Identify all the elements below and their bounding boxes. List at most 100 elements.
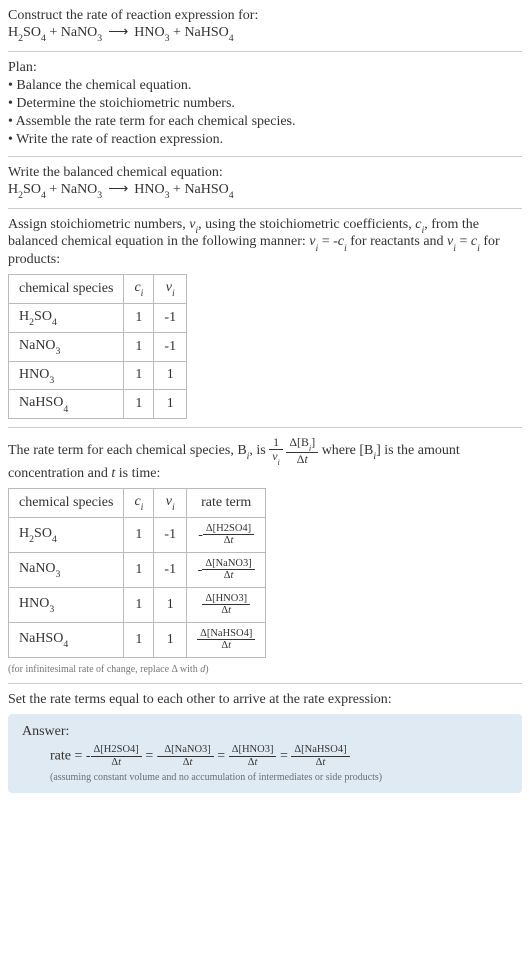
divider xyxy=(8,51,522,52)
s: 2 xyxy=(18,190,23,201)
num: Δ[NaNO3] xyxy=(161,744,213,757)
cell: -1 xyxy=(154,552,187,587)
s: i xyxy=(453,243,456,254)
rate-table: chemical species ci νi rate term H2SO4 1… xyxy=(8,488,266,658)
s: 3 xyxy=(49,375,54,386)
fraction: Δ[NaNO3]Δt xyxy=(202,558,254,582)
t: , using the stoichiometric coefficients, xyxy=(198,217,415,232)
cell: 1 xyxy=(124,517,154,552)
s: i xyxy=(172,288,175,299)
divider xyxy=(8,683,522,684)
t: NaNO xyxy=(61,25,98,40)
plan: Plan: • Balance the chemical equation. •… xyxy=(8,60,522,148)
cell: -Δ[NaNO3]Δt xyxy=(187,552,266,587)
eq: = - xyxy=(318,234,338,249)
cell: -1 xyxy=(154,517,187,552)
cell: 1 xyxy=(124,587,154,622)
num: Δ[Bi] xyxy=(286,436,318,453)
cell: -1 xyxy=(154,332,187,361)
t: c xyxy=(134,280,140,295)
t: Assign stoichiometric numbers, xyxy=(8,217,189,232)
s: 4 xyxy=(229,190,234,201)
den: Δt xyxy=(202,570,254,582)
s: i xyxy=(141,288,144,299)
table-row: H2SO4 1 -1 -Δ[H2SO4]Δt xyxy=(9,517,266,552)
fraction: Δ[HNO3]Δt xyxy=(229,744,277,768)
cell: -Δ[H2SO4]Δt xyxy=(187,517,266,552)
s: i xyxy=(373,451,376,462)
num: Δ[NaNO3] xyxy=(202,558,254,571)
eq: = xyxy=(456,234,471,249)
num: Δ[H2SO4] xyxy=(91,744,142,757)
stoich-table: chemical species ci νi H2SO4 1 -1 NaNO3 … xyxy=(8,274,187,419)
fraction: Δ[Bi] Δt xyxy=(286,436,318,466)
s: i xyxy=(316,243,319,254)
s: i xyxy=(278,458,280,467)
s: i xyxy=(195,225,198,236)
table-row: NaHSO4 1 1 Δ[NaHSO4]Δt xyxy=(9,622,266,657)
plus: + xyxy=(46,182,61,197)
cell: 1 xyxy=(154,390,187,419)
fraction: 1 νi xyxy=(269,436,283,466)
cell: 1 xyxy=(124,332,154,361)
t: NaNO xyxy=(19,338,56,353)
t: NaHSO xyxy=(184,25,228,40)
den: Δt xyxy=(91,757,142,769)
den: νi xyxy=(269,450,283,466)
t: SO xyxy=(34,309,52,324)
plus: + xyxy=(46,25,61,40)
fraction: Δ[NaNO3]Δt xyxy=(161,744,213,768)
t: Δ[B xyxy=(289,435,309,449)
table-row: HNO3 1 1 xyxy=(9,361,187,390)
plus: + xyxy=(170,25,185,40)
plan-item: • Assemble the rate term for each chemic… xyxy=(8,114,522,130)
fraction: Δ[HNO3]Δt xyxy=(202,593,250,617)
t: NaNO xyxy=(61,182,98,197)
cell: 1 xyxy=(124,390,154,419)
s: 4 xyxy=(63,404,68,415)
t: SO xyxy=(23,25,41,40)
cell: 1 xyxy=(124,552,154,587)
fraction: Δ[H2SO4]Δt xyxy=(203,523,254,547)
s: 3 xyxy=(165,190,170,201)
t: NaHSO xyxy=(184,182,228,197)
cell: 1 xyxy=(154,587,187,622)
fraction: Δ[NaHSO4]Δt xyxy=(197,628,255,652)
s: 2 xyxy=(29,534,34,545)
equation-1: H2SO4 + NaNO3⟶HNO3 + NaHSO4 xyxy=(8,24,522,43)
t: c xyxy=(134,494,140,509)
answer-label: Answer: xyxy=(22,724,508,740)
num: Δ[NaHSO4] xyxy=(291,744,349,757)
s: i xyxy=(421,225,424,236)
col-header: rate term xyxy=(187,488,266,517)
t: for reactants and xyxy=(347,234,447,249)
s: i xyxy=(477,243,480,254)
t: NaHSO xyxy=(19,395,63,410)
divider xyxy=(8,427,522,428)
cell: H2SO4 xyxy=(9,303,124,332)
s: i xyxy=(141,502,144,513)
cell: HNO3 xyxy=(9,361,124,390)
note: (for infinitesimal rate of change, repla… xyxy=(8,664,522,675)
plus: + xyxy=(170,182,185,197)
den: Δt xyxy=(286,453,318,466)
t: HNO xyxy=(19,367,49,382)
s: i xyxy=(247,451,250,462)
plan-item: • Determine the stoichiometric numbers. xyxy=(8,96,522,112)
cell: -1 xyxy=(154,303,187,332)
den: Δt xyxy=(203,535,254,547)
s: 3 xyxy=(165,33,170,44)
balanced-title: Write the balanced chemical equation: xyxy=(8,165,522,181)
t: HNO xyxy=(134,182,164,197)
fraction: Δ[NaHSO4]Δt xyxy=(291,744,349,768)
table-row: NaNO3 1 -1 -Δ[NaNO3]Δt xyxy=(9,552,266,587)
t: H xyxy=(8,182,18,197)
cell: 1 xyxy=(124,622,154,657)
cell: Δ[NaHSO4]Δt xyxy=(187,622,266,657)
table-row: HNO3 1 1 Δ[HNO3]Δt xyxy=(9,587,266,622)
s: 3 xyxy=(56,569,61,580)
s: 4 xyxy=(63,639,68,650)
col-header: chemical species xyxy=(9,488,124,517)
s: 4 xyxy=(41,190,46,201)
col-header: ci xyxy=(124,275,154,304)
